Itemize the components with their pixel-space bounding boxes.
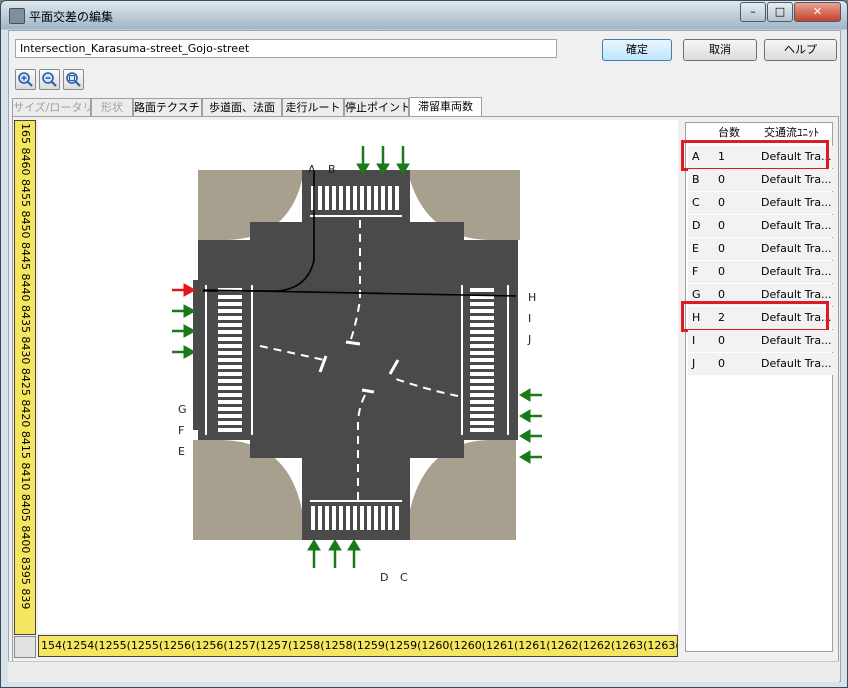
row-id-cell: C: [688, 192, 716, 214]
table-row[interactable]: I 0 Default Tra...: [687, 330, 835, 353]
row-count-cell[interactable]: 0: [714, 261, 758, 283]
zoom-out-icon[interactable]: [39, 69, 60, 90]
intersection-canvas[interactable]: A B D C G F E H I J: [38, 120, 678, 633]
horizontal-ruler[interactable]: 154(1254(1255(1255(1256(1256(1257(1257(1…: [38, 635, 678, 657]
zoom-in-icon[interactable]: [15, 69, 36, 90]
app-icon: [9, 8, 25, 24]
status-bar: [8, 661, 839, 682]
tab-road-texture[interactable]: 路面テクスチャ: [133, 98, 202, 116]
close-button[interactable]: ✕: [794, 2, 841, 22]
row-id-cell: E: [688, 238, 716, 260]
tab-panel: 165 8460 8455 8450 8445 8440 8435 8430 8…: [12, 116, 839, 663]
queue-table: 台数 交通流ﾕﾆｯﾄ A 1 Default Tra... B 0 Default Tra…: [681, 122, 835, 652]
ruler-corner-button[interactable]: [14, 636, 36, 658]
tab-queue-vehicles[interactable]: 滞留車両数: [409, 97, 482, 117]
row-count-cell[interactable]: 0: [714, 238, 758, 260]
crosswalk-left: [218, 285, 242, 435]
approach-label-f: F: [178, 424, 184, 437]
arrow-group-right: [519, 388, 542, 464]
arrow-group-top: [356, 146, 410, 175]
approach-label-c: C: [400, 571, 408, 584]
approach-label-j: J: [527, 333, 531, 346]
tab-driving-route[interactable]: 走行ルート: [282, 98, 344, 116]
row-id-cell: I: [688, 330, 716, 352]
approach-label-e: E: [178, 445, 185, 458]
dialog-client: Intersection_Karasuma-street_Gojo-street…: [8, 30, 841, 682]
window-title: 平面交差の編集: [29, 10, 114, 24]
table-row[interactable]: F 0 Default Tra...: [687, 261, 835, 284]
approach-label-i: I: [528, 312, 531, 325]
tab-shape[interactable]: 形状: [91, 98, 133, 116]
table-row[interactable]: B 0 Default Tra...: [687, 169, 835, 192]
vertical-ruler-labels: 165 8460 8455 8450 8445 8440 8435 8430 8…: [19, 123, 32, 610]
row-traffic-unit-cell[interactable]: Default Tra...: [757, 169, 835, 191]
edit-intersection-window: 平面交差の編集 – □ ✕ Intersection_Karasuma-stre…: [0, 0, 848, 688]
approach-label-d: D: [380, 571, 388, 584]
row-count-cell[interactable]: 0: [714, 353, 758, 375]
row-traffic-unit-cell[interactable]: Default Tra...: [757, 238, 835, 260]
crosswalk-bottom: [310, 506, 402, 530]
tab-sidewalk-slope[interactable]: 歩道面、法面: [202, 98, 282, 116]
row-id-cell: F: [688, 261, 716, 283]
approach-label-h: H: [528, 291, 536, 304]
crosswalk-right: [470, 285, 494, 435]
table-row[interactable]: E 0 Default Tra...: [687, 238, 835, 261]
highlight-box: [681, 140, 829, 171]
approach-label-b: B: [328, 163, 336, 176]
ok-button[interactable]: 確定: [602, 39, 672, 61]
row-traffic-unit-cell[interactable]: Default Tra...: [757, 353, 835, 375]
title-bar: 平面交差の編集 – □ ✕: [1, 1, 847, 29]
row-id-cell: D: [688, 215, 716, 237]
table-row[interactable]: J 0 Default Tra...: [687, 353, 835, 376]
row-id-cell: B: [688, 169, 716, 191]
row-count-cell[interactable]: 0: [714, 192, 758, 214]
tab-size-rotary[interactable]: サイズ/ロータリー: [12, 98, 91, 116]
table-row[interactable]: D 0 Default Tra...: [687, 215, 835, 238]
arrow-group-left: [172, 283, 197, 359]
row-traffic-unit-cell[interactable]: Default Tra...: [757, 215, 835, 237]
highlight-box: [681, 301, 829, 332]
intersection-name-input[interactable]: Intersection_Karasuma-street_Gojo-street: [15, 39, 557, 58]
horizontal-ruler-labels: 154(1254(1255(1255(1256(1256(1257(1257(1…: [41, 639, 678, 652]
row-count-cell[interactable]: 0: [714, 169, 758, 191]
maximize-button[interactable]: □: [767, 2, 793, 22]
row-traffic-unit-cell[interactable]: Default Tra...: [757, 192, 835, 214]
row-traffic-unit-cell[interactable]: Default Tra...: [757, 261, 835, 283]
vertical-ruler[interactable]: 165 8460 8455 8450 8445 8440 8435 8430 8…: [14, 120, 36, 635]
cancel-button[interactable]: 取消: [683, 39, 757, 61]
approach-label-g: G: [178, 403, 187, 416]
help-button[interactable]: ヘルプ: [764, 39, 837, 61]
minimize-button[interactable]: –: [740, 2, 766, 22]
table-row[interactable]: C 0 Default Tra...: [687, 192, 835, 215]
approach-label-a: A: [308, 163, 316, 176]
tab-stop-point[interactable]: 停止ポイント: [344, 98, 409, 116]
row-count-cell[interactable]: 0: [714, 215, 758, 237]
arrow-group-bottom: [307, 539, 361, 568]
crosswalk-top: [310, 186, 402, 210]
row-traffic-unit-cell[interactable]: Default Tra...: [757, 330, 835, 352]
row-id-cell: J: [688, 353, 716, 375]
zoom-fit-icon[interactable]: [63, 69, 84, 90]
row-count-cell[interactable]: 0: [714, 330, 758, 352]
